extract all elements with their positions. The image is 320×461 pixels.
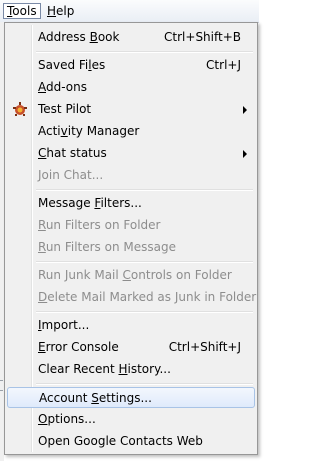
menu-item-label: Account Settings... (39, 391, 152, 405)
menu-item-test-pilot[interactable]: Test Pilot (7, 99, 255, 120)
menu-item-label: Message Filters... (38, 196, 142, 210)
menu-item-delete-junk: Delete Mail Marked as Junk in Folder (7, 287, 257, 308)
menu-item-label: Saved Files (38, 58, 106, 72)
menu-item-label: Run Filters on Message (38, 240, 176, 254)
submenu-arrow-icon (243, 150, 247, 158)
background-divider (0, 390, 3, 391)
menu-separator (36, 311, 253, 313)
menu-item-label: Error Console (38, 340, 119, 354)
menu-item-message-filters[interactable]: Message Filters... (7, 193, 255, 214)
menu-item-label: Test Pilot (38, 102, 92, 116)
menu-item-label: Delete Mail Marked as Junk in Folder (38, 290, 257, 304)
menu-item-addons[interactable]: Add-ons (7, 77, 255, 98)
mnemonic: H (47, 4, 57, 18)
menu-item-label: Run Junk Mail Controls on Folder (38, 268, 232, 282)
test-pilot-icon (13, 102, 27, 116)
shortcut-label: Ctrl+J (206, 58, 241, 72)
menubar-help-label: elp (56, 4, 75, 18)
menu-item-label: Add-ons (38, 80, 87, 94)
menubar-help[interactable]: Help (44, 3, 77, 19)
menu-item-label: Run Filters on Folder (38, 218, 161, 232)
menu-bar: Tools Help (0, 0, 259, 23)
menu-item-label: Activity Manager (38, 124, 140, 138)
menu-separator (36, 51, 253, 53)
menu-item-run-filters-message: Run Filters on Message (7, 237, 255, 258)
menu-item-join-chat: Join Chat... (7, 165, 255, 186)
tools-menu: Address Book Ctrl+Shift+B Saved Files Ct… (4, 22, 258, 455)
menubar-tools[interactable]: Tools (3, 3, 41, 19)
menu-item-run-junk-controls: Run Junk Mail Controls on Folder (7, 265, 255, 286)
menu-separator (36, 189, 253, 191)
menu-item-activity-manager[interactable]: Activity Manager (7, 121, 255, 142)
menu-item-open-google-contacts[interactable]: Open Google Contacts Web (7, 431, 255, 452)
menu-item-address-book[interactable]: Address Book Ctrl+Shift+B (7, 27, 255, 48)
menu-item-label: Clear Recent History... (38, 362, 171, 376)
menu-item-label: Address Book (38, 30, 120, 44)
submenu-arrow-icon (243, 106, 247, 114)
menu-item-chat-status[interactable]: Chat status (7, 143, 255, 164)
menu-separator (36, 261, 253, 263)
menu-item-label: Open Google Contacts Web (38, 434, 203, 448)
menu-item-run-filters-folder: Run Filters on Folder (7, 215, 255, 236)
menu-item-options[interactable]: Options... (7, 409, 255, 430)
menu-item-account-settings[interactable]: Account Settings... (7, 387, 255, 408)
shortcut-label: Ctrl+Shift+J (168, 340, 241, 354)
menu-item-clear-recent-history[interactable]: Clear Recent History... (7, 359, 255, 380)
menu-item-label: Join Chat... (38, 168, 104, 182)
menu-item-label: Options... (38, 412, 96, 426)
menubar-tools-label: ools (12, 4, 37, 18)
menu-separator (36, 383, 253, 385)
menu-item-error-console[interactable]: Error Console Ctrl+Shift+J (7, 337, 255, 358)
menu-item-saved-files[interactable]: Saved Files Ctrl+J (7, 55, 255, 76)
menu-item-label: Import... (38, 318, 90, 332)
menu-item-label: Chat status (38, 146, 107, 160)
shortcut-label: Ctrl+Shift+B (164, 30, 241, 44)
background-divider (0, 380, 3, 381)
menu-item-import[interactable]: Import... (7, 315, 255, 336)
